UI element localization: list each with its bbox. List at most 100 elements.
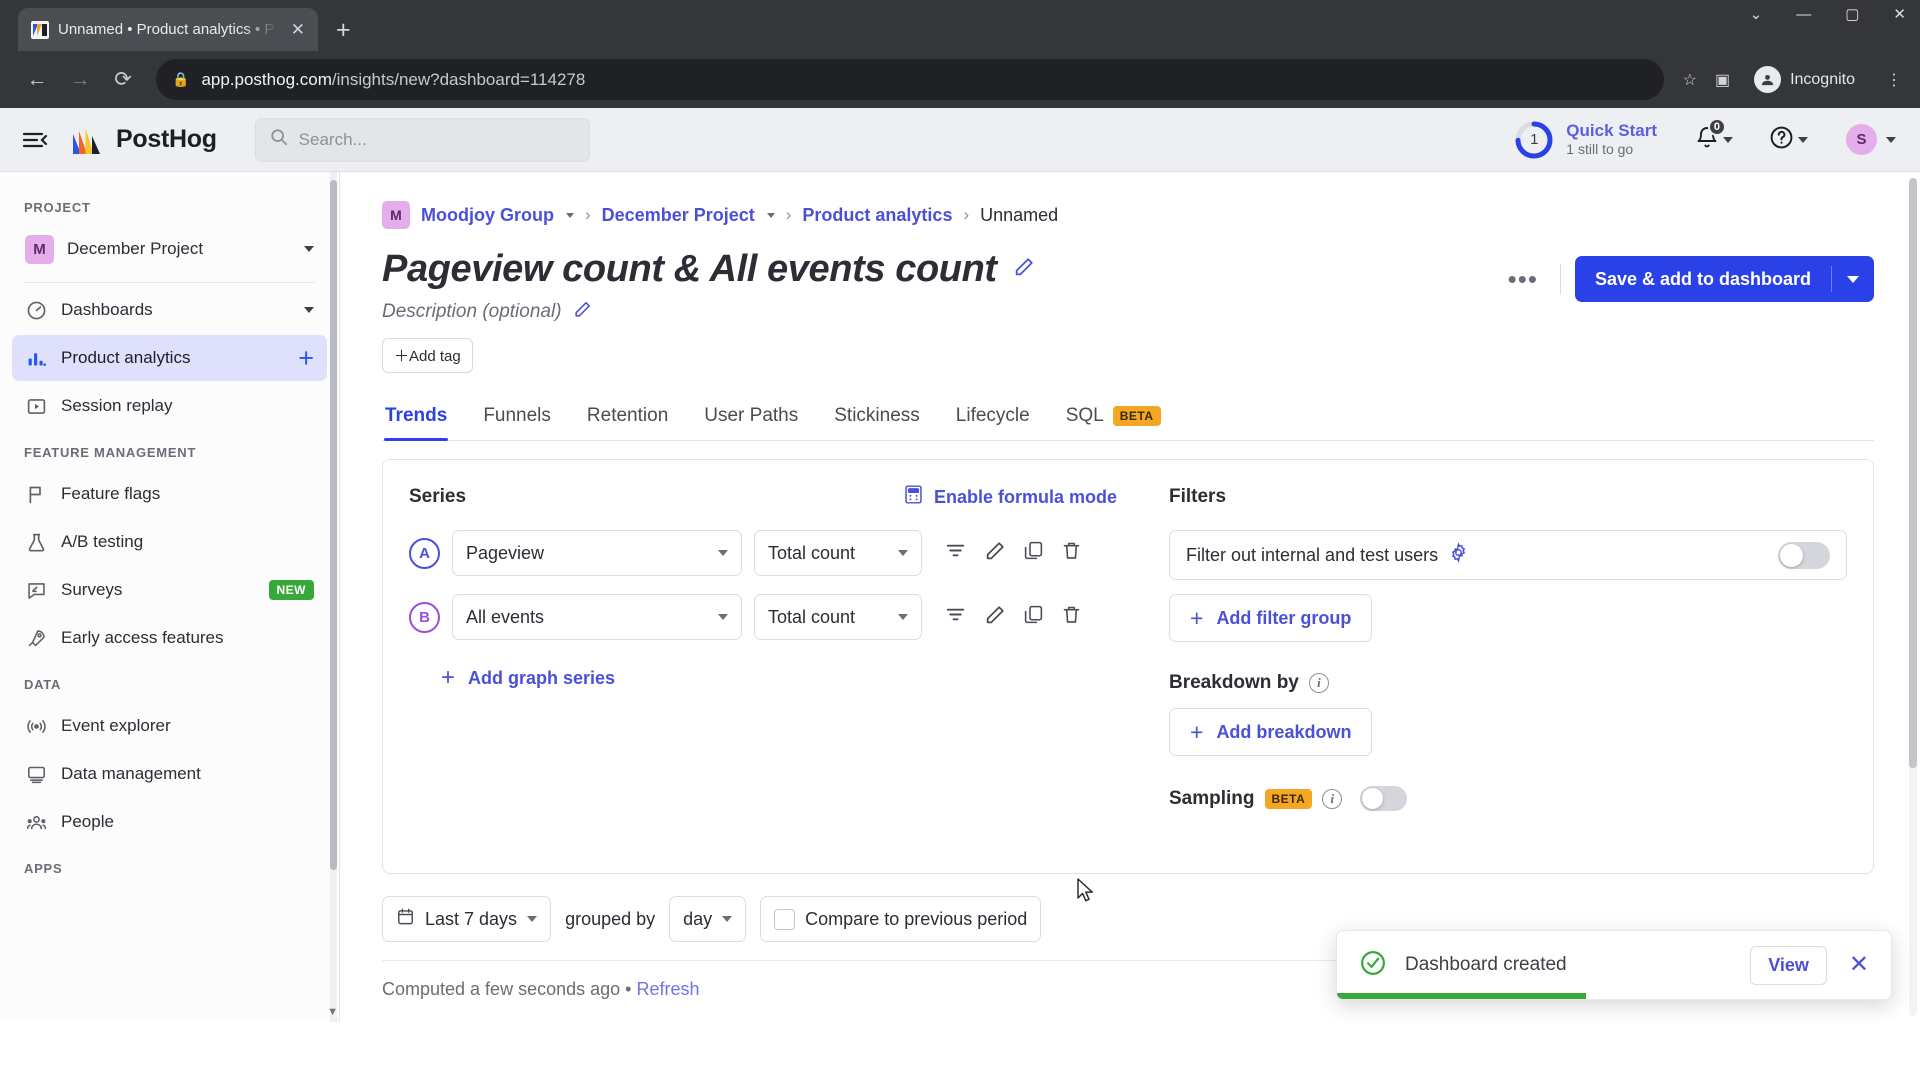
rocket-icon [25,627,48,650]
help-button[interactable] [1765,121,1812,159]
chevron-down-icon[interactable] [766,212,775,218]
sidebar-item-people[interactable]: People [12,799,327,845]
browser-menu-icon[interactable]: ⋮ [1886,70,1902,90]
series-math-value: Total count [768,542,856,563]
close-tab-icon[interactable]: ✕ [288,18,308,41]
sidebar-item-surveys[interactable]: Surveys NEW [12,567,327,613]
play-square-icon [25,395,48,418]
save-button-label: Save & add to dashboard [1594,268,1811,289]
series-event-select-b[interactable]: All events [452,594,742,640]
sidebar-item-early-access-features[interactable]: Early access features [12,615,327,661]
series-title: Series [409,486,467,507]
sidebar-item-dashboards[interactable]: Dashboards [12,287,327,333]
duplicate-icon[interactable] [1023,540,1044,566]
search-input[interactable]: Search... [254,117,590,162]
gear-icon[interactable] [1448,542,1469,568]
divider [1559,264,1561,294]
series-event-select-a[interactable]: Pageview [452,530,742,576]
url-bar[interactable]: 🔒 app.posthog.com/insights/new?dashboard… [156,59,1664,100]
toast-view-button[interactable]: View [1750,945,1827,985]
incognito-profile-button[interactable]: Incognito [1748,61,1868,98]
chevron-down-icon [898,614,908,620]
date-range-select[interactable]: Last 7 days [382,896,552,942]
enable-formula-mode-button[interactable]: Enable formula mode [903,484,1117,510]
save-dropdown-button[interactable] [1832,275,1874,283]
save-and-add-to-dashboard-button[interactable]: Save & add to dashboard [1574,256,1874,302]
series-panel: Series Enable formula mode A Pageview To… [383,460,1143,873]
posthog-logo[interactable]: PostHog [72,125,217,155]
add-tag-button[interactable]: ＋Add tag [382,338,473,373]
refresh-button[interactable]: Refresh [637,979,700,999]
add-breakdown-button[interactable]: + Add breakdown [1169,708,1373,756]
collapse-icon[interactable]: ⌄ [1750,7,1763,22]
reload-icon[interactable]: ⟳ [104,61,142,99]
breadcrumb-item-product-analytics[interactable]: Product analytics [802,205,952,226]
minimize-icon[interactable]: — [1796,7,1811,22]
maximize-icon[interactable]: ▢ [1845,7,1859,22]
toast-close-icon[interactable]: ✕ [1845,949,1873,981]
bookmark-star-icon[interactable]: ☆ [1683,70,1697,90]
series-math-select-a[interactable]: Total count [754,530,922,576]
compare-to-previous-period-checkbox[interactable]: Compare to previous period [760,896,1042,942]
sidebar-item-data-management[interactable]: Data management [12,751,327,797]
status-badge-beta: BETA [1264,788,1313,809]
filters-title: Filters [1169,486,1227,507]
edit-pencil-icon[interactable] [984,540,1006,567]
add-insight-icon[interactable]: + [298,344,314,372]
tab-trends[interactable]: Trends [384,399,449,441]
browser-tab[interactable]: Unnamed • Product analytics • P ✕ [18,8,318,51]
quick-start-widget[interactable]: 1 Quick Start 1 still to go [1513,119,1657,161]
tab-lifecycle[interactable]: Lifecycle [955,399,1031,440]
filter-internal-users-row[interactable]: Filter out internal and test users [1169,530,1847,580]
add-filter-group-button[interactable]: + Add filter group [1169,594,1373,642]
series-row-b: B All events Total count [409,594,1117,640]
filters-panel: Filters Filter out internal and test use… [1143,460,1873,873]
edit-pencil-icon[interactable] [984,604,1006,631]
scroll-down-icon[interactable]: ▼ [327,1006,338,1018]
tab-stickiness[interactable]: Stickiness [833,399,921,440]
sidebar-item-session-replay[interactable]: Session replay [12,383,327,429]
sidebar-toggle-icon[interactable] [20,125,50,155]
filter-icon[interactable] [944,539,967,567]
sidebar-item-ab-testing[interactable]: A/B testing [12,519,327,565]
main-scrollbar-thumb[interactable] [1909,178,1917,768]
notifications-button[interactable]: 0 [1691,118,1737,158]
account-menu-button[interactable]: S [1842,120,1900,159]
tab-retention[interactable]: Retention [586,399,669,440]
tab-sql[interactable]: SQL BETA [1065,399,1162,440]
posthog-logo-text: PostHog [116,125,217,153]
edit-title-pencil-icon[interactable] [1013,256,1035,284]
chevron-down-icon[interactable] [565,212,574,218]
sampling-toggle[interactable] [1360,786,1408,811]
status-badge-new: NEW [268,580,314,600]
delete-trash-icon[interactable] [1061,540,1082,566]
add-graph-series-button[interactable]: + Add graph series [409,666,1117,690]
sidebar-item-feature-flags[interactable]: Feature flags [12,471,327,517]
series-row-a: A Pageview Total count [409,530,1117,576]
description-row[interactable]: Description (optional) [382,300,1500,324]
back-icon[interactable]: ← [18,61,56,99]
close-window-icon[interactable]: ✕ [1893,7,1906,22]
filter-internal-users-toggle[interactable] [1778,541,1830,569]
more-options-button[interactable]: ••• [1500,264,1546,294]
interval-select[interactable]: day [669,896,747,942]
sidebar-item-event-explorer[interactable]: Event explorer [12,703,327,749]
new-tab-button[interactable]: + [336,18,351,43]
delete-trash-icon[interactable] [1061,604,1082,630]
duplicate-icon[interactable] [1023,604,1044,630]
edit-description-pencil-icon[interactable] [573,300,592,324]
info-icon[interactable]: i [1322,788,1343,809]
filter-icon[interactable] [944,603,967,631]
sidebar-section-data: DATA [24,677,62,692]
series-math-select-b[interactable]: Total count [754,594,922,640]
tab-funnels[interactable]: Funnels [482,399,552,440]
info-icon[interactable]: i [1308,673,1329,693]
breadcrumb-item-org[interactable]: Moodjoy Group [421,205,554,226]
sidebar-item-product-analytics[interactable]: Product analytics + [12,335,327,381]
tab-user-paths[interactable]: User Paths [703,399,799,440]
sidebar-item-december-project[interactable]: M December Project [12,226,327,272]
breadcrumb-item-project[interactable]: December Project [602,205,755,226]
sampling-title: Sampling [1169,787,1255,809]
side-panel-icon[interactable]: ▣ [1715,70,1730,90]
sidebar-scrollbar-thumb[interactable] [330,180,337,870]
